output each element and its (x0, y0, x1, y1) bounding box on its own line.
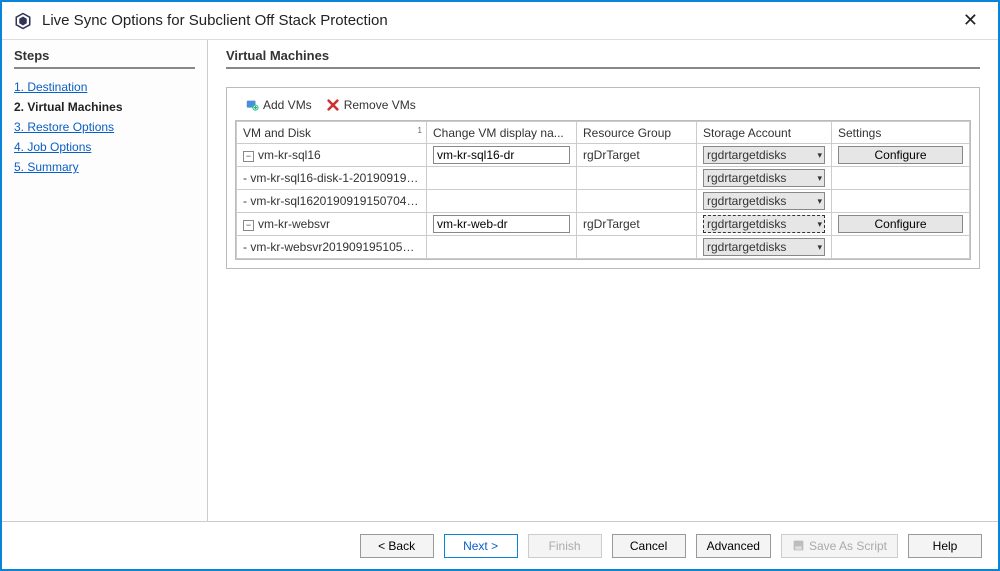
step-restore-options[interactable]: 3. Restore Options (14, 120, 114, 134)
step-summary[interactable]: 5. Summary (14, 160, 79, 174)
storage-dropdown[interactable]: rgdrtargetdisks▾ (703, 238, 825, 256)
dialog-body: Steps 1. Destination 2. Virtual Machines… (2, 40, 998, 521)
collapse-icon[interactable]: − (243, 151, 254, 162)
vm-name: vm-kr-sql16 (258, 148, 321, 162)
remove-vms-label: Remove VMs (344, 98, 416, 112)
dialog-window: Live Sync Options for Subclient Off Stac… (0, 0, 1000, 571)
next-button[interactable]: Next > (444, 534, 518, 558)
advanced-button[interactable]: Advanced (696, 534, 771, 558)
storage-dropdown[interactable]: rgdrtargetdisks▾ (703, 215, 825, 233)
window-title: Live Sync Options for Subclient Off Stac… (42, 12, 955, 29)
steps-heading: Steps (14, 48, 195, 69)
display-name-input[interactable] (433, 146, 570, 164)
col-settings[interactable]: Settings (832, 122, 970, 144)
content-panel: Add VMs Remove VMs VM and D (226, 87, 980, 269)
vm-grid: VM and Disk1 Change VM display na... Res… (235, 120, 971, 260)
help-button[interactable]: Help (908, 534, 982, 558)
main-heading: Virtual Machines (226, 48, 980, 69)
col-resource-group[interactable]: Resource Group (577, 122, 697, 144)
steps-sidebar: Steps 1. Destination 2. Virtual Machines… (2, 40, 208, 521)
col-storage[interactable]: Storage Account (697, 122, 832, 144)
save-as-script-button: Save As Script (781, 534, 898, 558)
step-destination[interactable]: 1. Destination (14, 80, 87, 94)
step-virtual-machines[interactable]: 2. Virtual Machines (14, 100, 123, 114)
chevron-down-icon: ▾ (817, 242, 822, 253)
disk-name: - vm-kr-sql1620190919150704.vhd (237, 190, 427, 213)
chevron-down-icon: ▾ (817, 173, 822, 184)
storage-dropdown[interactable]: rgdrtargetdisks▾ (703, 146, 825, 164)
cancel-button[interactable]: Cancel (612, 534, 686, 558)
vm-name: vm-kr-websvr (258, 217, 330, 231)
table-row: - vm-kr-sql16-disk-1-2019091950... rgdrt… (237, 167, 970, 190)
table-row: - vm-kr-websvr2019091951059.... rgdrtarg… (237, 236, 970, 259)
back-button[interactable]: < Back (360, 534, 434, 558)
col-display-name[interactable]: Change VM display na... (427, 122, 577, 144)
storage-dropdown[interactable]: rgdrtargetdisks▾ (703, 169, 825, 187)
add-icon (245, 98, 259, 112)
titlebar: Live Sync Options for Subclient Off Stac… (2, 2, 998, 40)
display-name-input[interactable] (433, 215, 570, 233)
save-icon (792, 539, 805, 552)
resource-group-cell: rgDrTarget (577, 213, 697, 236)
app-icon (14, 12, 32, 30)
steps-list: 1. Destination 2. Virtual Machines 3. Re… (14, 77, 195, 177)
add-vms-label: Add VMs (263, 98, 312, 112)
remove-vms-button[interactable]: Remove VMs (326, 98, 416, 112)
finish-button: Finish (528, 534, 602, 558)
table-row: - vm-kr-sql1620190919150704.vhd rgdrtarg… (237, 190, 970, 213)
storage-dropdown[interactable]: rgdrtargetdisks▾ (703, 192, 825, 210)
disk-name: - vm-kr-sql16-disk-1-2019091950... (237, 167, 427, 190)
chevron-down-icon: ▾ (817, 150, 822, 161)
step-job-options[interactable]: 4. Job Options (14, 140, 91, 154)
add-vms-button[interactable]: Add VMs (245, 98, 312, 112)
chevron-down-icon: ▾ (817, 196, 822, 207)
button-bar: < Back Next > Finish Cancel Advanced Sav… (2, 521, 998, 569)
table-row: −vm-kr-sql16 rgDrTarget rgdrtargetdisks▾… (237, 144, 970, 167)
collapse-icon[interactable]: − (243, 220, 254, 231)
disk-name: - vm-kr-websvr2019091951059.... (237, 236, 427, 259)
col-vm-disk[interactable]: VM and Disk1 (237, 122, 427, 144)
chevron-down-icon: ▾ (817, 219, 822, 230)
main-panel: Virtual Machines Add VMs Remove VMs (208, 40, 998, 521)
configure-button[interactable]: Configure (838, 215, 963, 233)
remove-icon (326, 98, 340, 112)
resource-group-cell: rgDrTarget (577, 144, 697, 167)
close-button[interactable]: ✕ (955, 6, 986, 35)
grid-toolbar: Add VMs Remove VMs (235, 98, 971, 120)
table-row: −vm-kr-websvr rgDrTarget rgdrtargetdisks… (237, 213, 970, 236)
configure-button[interactable]: Configure (838, 146, 963, 164)
